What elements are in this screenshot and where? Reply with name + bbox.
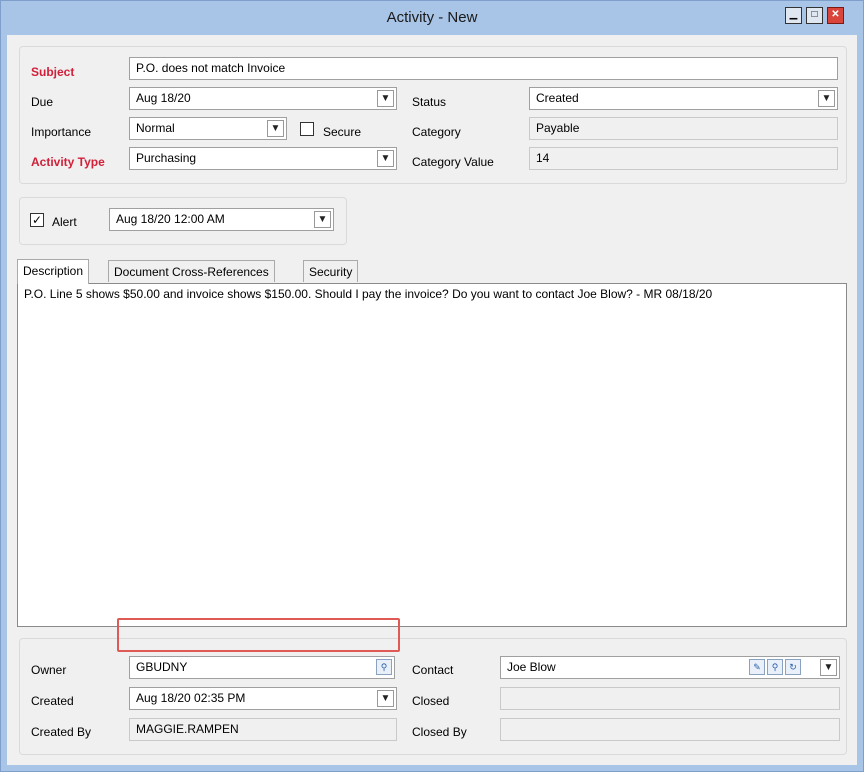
importance-value: Normal bbox=[136, 121, 175, 135]
contact-input[interactable]: Joe Blow ✎ ⚲ ↻ ▼ bbox=[500, 656, 840, 679]
created-by-value: MAGGIE.RAMPEN bbox=[136, 722, 239, 736]
owner-highlight-box bbox=[117, 618, 400, 652]
due-label: Due bbox=[31, 95, 54, 109]
alert-group: ✓ Alert Aug 18/20 12:00 AM ▼ bbox=[19, 197, 347, 245]
owner-value: GBUDNY bbox=[136, 660, 188, 674]
status-label: Status bbox=[412, 95, 447, 109]
tab-strip: Description Document Cross-References Se… bbox=[17, 259, 847, 284]
subject-label: Subject bbox=[31, 65, 75, 79]
tab-description[interactable]: Description bbox=[17, 259, 90, 284]
closed-by-label: Closed By bbox=[412, 725, 467, 739]
chevron-down-icon[interactable]: ▼ bbox=[377, 690, 394, 707]
created-label: Created bbox=[31, 694, 74, 708]
subject-value: P.O. does not match Invoice bbox=[136, 61, 286, 75]
chevron-down-icon[interactable]: ▼ bbox=[820, 659, 837, 676]
title-bar: Activity - New ▁ □ ✕ bbox=[1, 1, 863, 35]
category-value-number: 14 bbox=[536, 151, 550, 165]
window-title: Activity - New bbox=[386, 9, 478, 26]
status-select[interactable]: Created ▼ bbox=[529, 87, 838, 110]
chevron-down-icon[interactable]: ▼ bbox=[818, 90, 835, 107]
close-button[interactable]: ✕ bbox=[827, 7, 844, 24]
description-text: P.O. Line 5 shows $50.00 and invoice sho… bbox=[24, 287, 713, 301]
closed-field bbox=[500, 687, 840, 710]
chevron-down-icon[interactable]: ▼ bbox=[267, 120, 284, 137]
alert-checkbox[interactable]: ✓ bbox=[30, 213, 44, 227]
tab-security[interactable]: Security bbox=[303, 260, 359, 282]
activity-window: Activity - New ▁ □ ✕ Subject P.O. does n… bbox=[0, 0, 864, 772]
category-value: Payable bbox=[536, 121, 580, 135]
chevron-down-icon[interactable]: ▼ bbox=[377, 150, 394, 167]
category-value-field: 14 bbox=[529, 147, 838, 170]
subject-input[interactable]: P.O. does not match Invoice bbox=[129, 57, 838, 80]
owner-input[interactable]: GBUDNY ⚲ bbox=[129, 656, 395, 679]
category-label: Category bbox=[412, 125, 461, 139]
maximize-icon: □ bbox=[811, 9, 818, 20]
created-value: Aug 18/20 02:35 PM bbox=[136, 691, 246, 705]
activity-type-value: Purchasing bbox=[136, 151, 197, 165]
minimize-button[interactable]: ▁ bbox=[785, 7, 802, 24]
category-value-label: Category Value bbox=[412, 155, 494, 169]
importance-label: Importance bbox=[31, 125, 92, 139]
chevron-down-icon[interactable]: ▼ bbox=[314, 211, 331, 228]
closed-by-field bbox=[500, 718, 840, 741]
owner-label: Owner bbox=[31, 663, 67, 677]
activity-type-label: Activity Type bbox=[31, 155, 105, 169]
chevron-down-icon[interactable]: ▼ bbox=[377, 90, 394, 107]
description-textarea[interactable]: P.O. Line 5 shows $50.00 and invoice sho… bbox=[17, 283, 847, 627]
activity-type-select[interactable]: Purchasing ▼ bbox=[129, 147, 397, 170]
due-value: Aug 18/20 bbox=[136, 91, 191, 105]
details-group: Subject P.O. does not match Invoice Due … bbox=[19, 46, 847, 184]
importance-select[interactable]: Normal ▼ bbox=[129, 117, 287, 140]
ownership-group: Owner GBUDNY ⚲ Contact Joe Blow ✎ ⚲ ↻ ▼ … bbox=[19, 638, 847, 755]
tab-document-cross-references[interactable]: Document Cross-References bbox=[108, 260, 275, 282]
contact-value: Joe Blow bbox=[507, 660, 556, 674]
alert-value: Aug 18/20 12:00 AM bbox=[116, 212, 225, 226]
new-icon[interactable]: ✎ bbox=[749, 659, 765, 675]
window-client: Subject P.O. does not match Invoice Due … bbox=[7, 35, 857, 765]
closed-label: Closed bbox=[412, 694, 450, 708]
alert-label: Alert bbox=[52, 215, 77, 229]
magnifier-icon[interactable]: ⚲ bbox=[767, 659, 783, 675]
alert-datetime-picker[interactable]: Aug 18/20 12:00 AM ▼ bbox=[109, 208, 334, 231]
refresh-icon[interactable]: ↻ bbox=[785, 659, 801, 675]
secure-checkbox[interactable] bbox=[300, 122, 314, 136]
due-date-picker[interactable]: Aug 18/20 ▼ bbox=[129, 87, 397, 110]
category-field: Payable bbox=[529, 117, 838, 140]
created-date-picker[interactable]: Aug 18/20 02:35 PM ▼ bbox=[129, 687, 397, 710]
magnifier-icon[interactable]: ⚲ bbox=[376, 659, 392, 675]
status-value: Created bbox=[536, 91, 579, 105]
maximize-button[interactable]: □ bbox=[806, 7, 823, 24]
created-by-field: MAGGIE.RAMPEN bbox=[129, 718, 397, 741]
close-icon: ✕ bbox=[831, 9, 840, 20]
secure-label: Secure bbox=[323, 125, 362, 139]
contact-label: Contact bbox=[412, 663, 454, 677]
created-by-label: Created By bbox=[31, 725, 92, 739]
minimize-icon: ▁ bbox=[789, 9, 798, 20]
